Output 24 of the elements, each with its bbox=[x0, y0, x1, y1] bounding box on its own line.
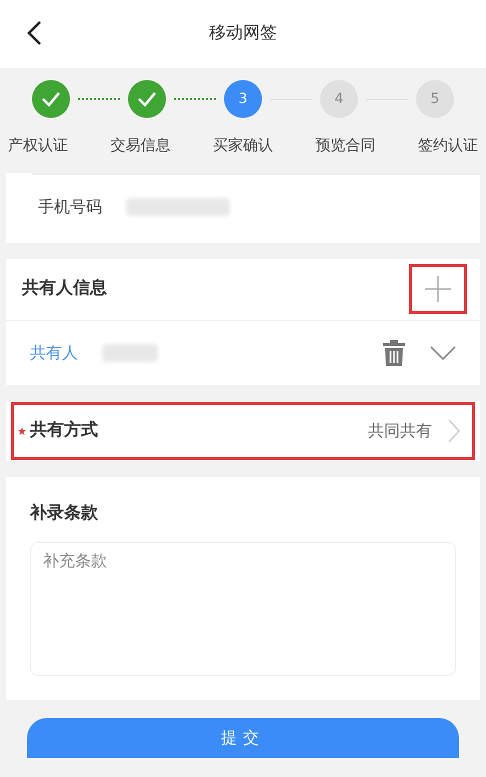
step-circle: 4 bbox=[320, 80, 358, 118]
field-label: 共有方式 bbox=[30, 418, 98, 442]
check-icon bbox=[41, 91, 61, 107]
step-circle: 5 bbox=[416, 80, 454, 118]
step-label: 预览合同 bbox=[316, 135, 376, 156]
check-icon bbox=[137, 91, 157, 107]
plus-icon bbox=[424, 275, 452, 303]
back-icon[interactable] bbox=[26, 20, 42, 46]
co-owner-label: 共有人 bbox=[30, 342, 78, 364]
chevron-right-icon bbox=[448, 418, 460, 442]
step-circle: 3 bbox=[224, 80, 262, 118]
trash-icon[interactable] bbox=[382, 340, 406, 366]
chevron-icon[interactable] bbox=[430, 346, 456, 360]
step-label: 签约认证 bbox=[418, 135, 478, 156]
add-button[interactable] bbox=[412, 267, 464, 311]
section-title: 共有人信息 bbox=[22, 277, 107, 300]
section-title: 补录条款 bbox=[30, 502, 99, 524]
field-value: 共同共有 bbox=[368, 420, 432, 442]
page-title: 移动网签 bbox=[209, 22, 277, 46]
step-label: 交易信息 bbox=[110, 135, 170, 156]
field-label: 手机号码 bbox=[37, 196, 102, 218]
step-label: 买家确认 bbox=[213, 135, 273, 156]
step-label: 产权认证 bbox=[8, 135, 68, 156]
clauses-field[interactable]: 补充条款 bbox=[30, 542, 456, 676]
